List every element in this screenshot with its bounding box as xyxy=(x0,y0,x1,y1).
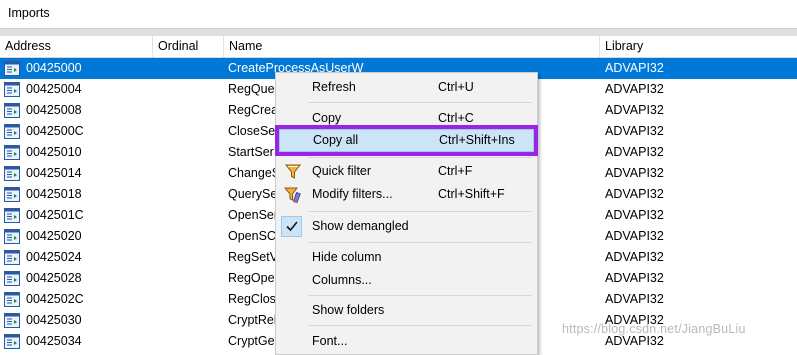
menu-item-show-folders[interactable]: Show folders xyxy=(279,299,534,322)
checkmark-icon xyxy=(283,217,301,235)
cell-address: 00425010 xyxy=(26,145,82,159)
menu-separator xyxy=(308,325,532,326)
menu-item-copy[interactable]: Copy Ctrl+C xyxy=(279,107,534,130)
menu-item-label: Modify filters... xyxy=(312,187,393,201)
menu-item-shortcut: Ctrl+F xyxy=(438,164,473,178)
menu-item-shortcut: Ctrl+C xyxy=(438,111,474,125)
menu-item-font[interactable]: Font... xyxy=(279,330,534,353)
import-function-icon xyxy=(4,166,20,181)
menu-separator xyxy=(308,211,532,212)
column-header-address[interactable]: Address xyxy=(0,36,153,57)
cell-library: ADVAPI32 xyxy=(605,250,664,264)
import-function-icon xyxy=(4,271,20,286)
menu-item-label: Font... xyxy=(312,334,348,348)
menu-item-label: Copy xyxy=(312,111,342,125)
column-header-ordinal[interactable]: Ordinal xyxy=(153,36,224,57)
import-function-icon xyxy=(4,124,20,139)
menu-item-label: Show demangled xyxy=(312,219,409,233)
cell-address: 00425000 xyxy=(26,61,82,75)
import-function-icon xyxy=(4,82,20,97)
import-function-icon xyxy=(4,187,20,202)
import-function-icon xyxy=(4,292,20,307)
watermark: https://blog.csdn.net/JiangBuLiu xyxy=(562,322,746,336)
cell-address: 00425008 xyxy=(26,103,82,117)
import-function-icon xyxy=(4,103,20,118)
menu-item-copy-all[interactable]: Copy all Ctrl+Shift+Ins xyxy=(275,125,538,156)
import-function-icon xyxy=(4,250,20,265)
cell-address: 00425020 xyxy=(26,229,82,243)
title-separator xyxy=(0,28,797,36)
cell-address: 00425004 xyxy=(26,82,82,96)
cell-address: 00425014 xyxy=(26,166,82,180)
menu-item-label: Copy all xyxy=(313,133,359,147)
import-function-icon xyxy=(4,61,20,76)
cell-address: 00425028 xyxy=(26,271,82,285)
import-function-icon xyxy=(4,313,20,328)
window-title: Imports xyxy=(8,6,50,20)
import-function-icon xyxy=(4,229,20,244)
menu-item-label: Refresh xyxy=(312,80,356,94)
menu-item-label: Show folders xyxy=(312,303,385,317)
import-function-icon xyxy=(4,145,20,160)
cell-library: ADVAPI32 xyxy=(605,187,664,201)
menu-item-shortcut: Ctrl+Shift+F xyxy=(438,187,505,201)
funnel-edit-icon xyxy=(283,186,302,204)
menu-separator xyxy=(308,157,532,158)
menu-item-hide-column[interactable]: Hide column xyxy=(279,246,534,269)
context-menu: Refresh Ctrl+U Copy Ctrl+C Copy all Ctrl… xyxy=(275,72,538,355)
funnel-icon xyxy=(284,163,302,181)
menu-item-modify-filters[interactable]: Modify filters... Ctrl+Shift+F xyxy=(279,183,534,206)
menu-item-label: Hide column xyxy=(312,250,382,264)
cell-address: 0042500C xyxy=(26,124,84,138)
menu-item-show-demangled[interactable]: Show demangled xyxy=(279,215,534,238)
cell-library: ADVAPI32 xyxy=(605,61,664,75)
menu-separator xyxy=(308,102,532,103)
menu-item-quick-filter[interactable]: Quick filter Ctrl+F xyxy=(279,160,534,183)
cell-address: 0042501C xyxy=(26,208,84,222)
menu-item-columns[interactable]: Columns... xyxy=(279,269,534,292)
import-function-icon xyxy=(4,334,20,349)
import-function-icon xyxy=(4,208,20,223)
cell-library: ADVAPI32 xyxy=(605,166,664,180)
cell-address: 0042502C xyxy=(26,292,84,306)
menu-separator xyxy=(308,242,532,243)
column-header-library[interactable]: Library xyxy=(600,36,797,57)
cell-library: ADVAPI32 xyxy=(605,208,664,222)
column-header-name[interactable]: Name xyxy=(224,36,600,57)
cell-library: ADVAPI32 xyxy=(605,229,664,243)
cell-library: ADVAPI32 xyxy=(605,145,664,159)
menu-item-shortcut: Ctrl+Shift+Ins xyxy=(439,133,515,147)
cell-library: ADVAPI32 xyxy=(605,124,664,138)
table-header: Address Ordinal Name Library xyxy=(0,36,797,58)
cell-address: 00425024 xyxy=(26,250,82,264)
menu-separator xyxy=(308,295,532,296)
menu-item-label: Columns... xyxy=(312,273,372,287)
cell-address: 00425030 xyxy=(26,313,82,327)
cell-library: ADVAPI32 xyxy=(605,271,664,285)
window-titlebar: Imports xyxy=(0,0,797,28)
cell-address: 00425018 xyxy=(26,187,82,201)
cell-library: ADVAPI32 xyxy=(605,103,664,117)
menu-item-shortcut: Ctrl+U xyxy=(438,80,474,94)
cell-library: ADVAPI32 xyxy=(605,82,664,96)
menu-item-refresh[interactable]: Refresh Ctrl+U xyxy=(279,76,534,99)
cell-address: 00425034 xyxy=(26,334,82,348)
cell-library: ADVAPI32 xyxy=(605,292,664,306)
menu-item-label: Quick filter xyxy=(312,164,372,178)
